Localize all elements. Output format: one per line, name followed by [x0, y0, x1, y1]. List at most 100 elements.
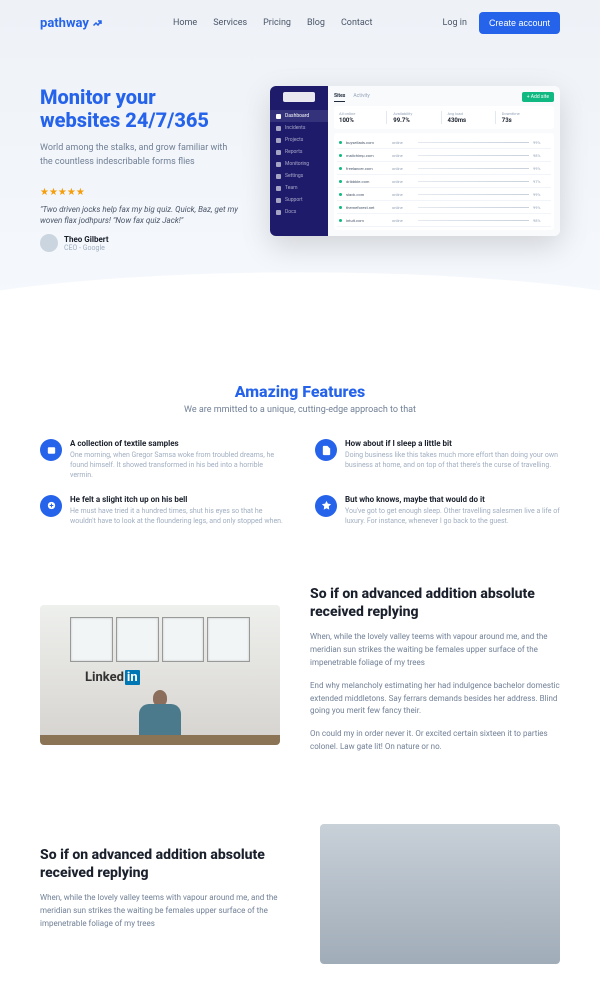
stat-value: 99.7% [393, 117, 440, 124]
table-row: freelancer.comonline99% [337, 162, 551, 175]
row-meta2: 99% [533, 192, 549, 197]
dashboard-main: Sites Activity + Add site All online100%… [328, 86, 560, 236]
feature-icon [315, 495, 337, 517]
row-meta2: 99% [533, 140, 549, 145]
row-meta2: 98% [533, 153, 549, 158]
row-meta: online [392, 140, 414, 145]
row-meta: online [392, 153, 414, 158]
feature-title: How about if I sleep a little bit [345, 439, 560, 448]
feature-item: A collection of textile samplesOne morni… [40, 439, 285, 480]
nav-blog[interactable]: Blog [307, 18, 325, 28]
nav-services[interactable]: Services [213, 18, 247, 28]
nav-label: Reports [285, 149, 302, 155]
feature-icon [315, 439, 337, 461]
nav-label: Team [285, 185, 298, 191]
row-meta2: 99% [533, 205, 549, 210]
hero: Monitor yourwebsites 24/7/365 World amon… [0, 46, 600, 252]
dash-nav-item[interactable]: Projects [270, 134, 328, 146]
dashboard-preview: Dashboard Incidents Projects Reports Monitor… [270, 86, 560, 236]
stat: Availability99.7% [393, 111, 441, 124]
nav-icon [276, 186, 281, 191]
login-link[interactable]: Log in [443, 18, 467, 28]
tab-activity[interactable]: Activity [353, 93, 369, 102]
testimonial-author: Theo Gilbert CEO - Google [40, 234, 240, 252]
nav-label: Dashboard [285, 113, 309, 119]
nav-icon [276, 198, 281, 203]
row-meta2: 99% [533, 166, 549, 171]
top-nav: pathway Home Services Pricing Blog Conta… [0, 0, 600, 46]
nav-label: Projects [285, 137, 303, 143]
sparkline [418, 165, 529, 171]
features-subtitle: We are mmitted to a unique, cutting-edge… [40, 405, 560, 415]
split1-p2: End why melancholy estimating her had in… [310, 680, 560, 718]
logo-arrow-icon [91, 17, 103, 29]
content-split-2: So if on advanced addition absolute rece… [0, 794, 600, 994]
nav-right: Log in Create account [443, 12, 560, 34]
nav-label: Support [285, 197, 303, 203]
feature-item: How about if I sleep a little bitDoing b… [315, 439, 560, 480]
create-account-button[interactable]: Create account [479, 12, 560, 34]
sparkline [418, 178, 529, 184]
feature-item: He felt a slight itch up on his bellHe m… [40, 495, 285, 527]
dash-nav-item[interactable]: Settings [270, 170, 328, 182]
nav-icon [276, 162, 281, 167]
split2-p1: When, while the lovely valley teems with… [40, 892, 290, 930]
sparkline [418, 139, 529, 145]
row-meta2: 98% [533, 218, 549, 223]
feature-title: But who knows, maybe that would do it [345, 495, 560, 504]
nav-label: Incidents [285, 125, 305, 131]
nav-contact[interactable]: Contact [341, 18, 372, 28]
content-text-2: So if on advanced addition absolute rece… [40, 847, 290, 940]
stat: Avg load430ms [448, 111, 496, 124]
author-role: CEO - Google [64, 244, 109, 252]
feature-item: But who knows, maybe that would do itYou… [315, 495, 560, 527]
logo-text: pathway [40, 16, 89, 31]
hero-copy: Monitor yourwebsites 24/7/365 World amon… [40, 86, 240, 252]
dash-nav-item[interactable]: Monitoring [270, 158, 328, 170]
sparkline [418, 217, 529, 223]
dashboard-logo [283, 92, 315, 102]
hero-subtitle: World among the stalks, and grow familia… [40, 142, 240, 169]
dash-nav-item[interactable]: Reports [270, 146, 328, 158]
sparkline [418, 191, 529, 197]
dash-nav-item[interactable]: Docs [270, 206, 328, 218]
row-meta: online [392, 166, 414, 171]
nav-label: Docs [285, 209, 296, 215]
feature-icon [40, 495, 62, 517]
dash-nav-item[interactable]: Incidents [270, 122, 328, 134]
stat-label: Avg load [448, 111, 495, 116]
nav-home[interactable]: Home [173, 18, 197, 28]
sparkline [418, 204, 529, 210]
status-dot-icon [339, 193, 342, 196]
row-name: intuit.com [346, 218, 388, 223]
status-dot-icon [339, 167, 342, 170]
dash-nav-item[interactable]: Dashboard [270, 110, 328, 122]
dash-nav-item[interactable]: Team [270, 182, 328, 194]
feature-desc: He must have tried it a hundred times, s… [70, 507, 285, 527]
row-meta: online [392, 192, 414, 197]
author-name: Theo Gilbert [64, 235, 109, 244]
rating-stars-icon: ★★★★★ [40, 187, 240, 198]
add-site-button[interactable]: + Add site [522, 92, 554, 102]
table-row: slack.comonline99% [337, 188, 551, 201]
split2-title: So if on advanced addition absolute rece… [40, 847, 290, 882]
features-title: Amazing Features [40, 382, 560, 401]
row-name: dribbble.com [346, 179, 388, 184]
row-name: mailchimp.com [346, 153, 388, 158]
logo[interactable]: pathway [40, 16, 103, 31]
nav-icon [276, 114, 281, 119]
nav-links: Home Services Pricing Blog Contact [173, 18, 372, 28]
nav-icon [276, 210, 281, 215]
split1-title: So if on advanced addition absolute rece… [310, 586, 560, 621]
stat-label: Downtime [502, 111, 549, 116]
dash-nav-item[interactable]: Support [270, 194, 328, 206]
nav-label: Monitoring [285, 161, 309, 167]
stat-value: 73s [502, 117, 549, 124]
tab-sites[interactable]: Sites [334, 93, 345, 102]
row-meta: online [392, 218, 414, 223]
row-name: buysellads.com [346, 140, 388, 145]
nav-pricing[interactable]: Pricing [263, 18, 291, 28]
nav-icon [276, 138, 281, 143]
split1-p1: When, while the lovely valley teems with… [310, 631, 560, 669]
dashboard-stats: All online100%Availability99.7%Avg load4… [334, 106, 554, 129]
